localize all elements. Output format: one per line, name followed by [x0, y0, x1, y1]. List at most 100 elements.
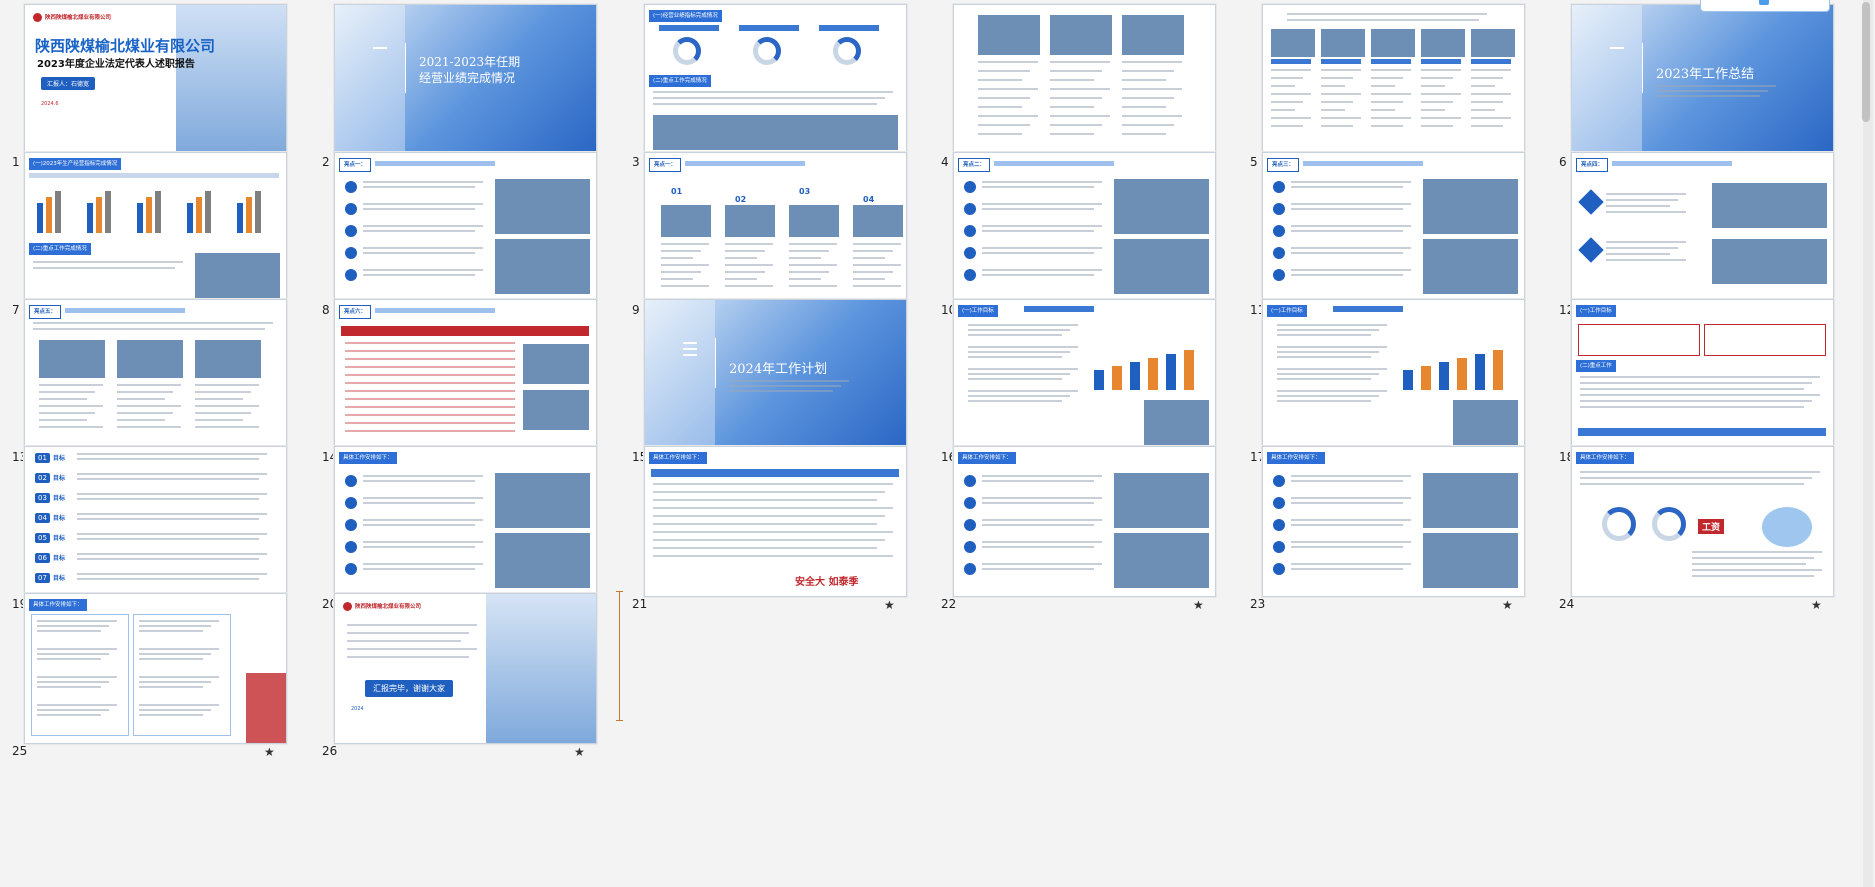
text-line [345, 430, 515, 432]
highlight-label: 亮点三： [1267, 158, 1300, 172]
slide-preview[interactable] [953, 4, 1216, 155]
photo [1421, 29, 1465, 57]
text-line [37, 686, 101, 688]
slide-preview[interactable]: (一)工作目标 (二)重点工作 [1571, 299, 1834, 450]
star-icon[interactable]: ★ [884, 598, 895, 612]
photo [653, 115, 898, 150]
text-line [729, 390, 833, 392]
text-line [982, 568, 1094, 570]
slide-preview[interactable]: 01 目标 02 目标 03 目标 04 目标 05 目标 06 目标 07 目标 [24, 446, 287, 597]
title-bar [1612, 161, 1732, 166]
text-line [363, 225, 483, 227]
text-line [363, 480, 475, 482]
chart-bar [55, 191, 61, 233]
slide-preview[interactable]: 具体工作安排如下： [1262, 446, 1525, 597]
text-line [725, 243, 773, 245]
slide-thumbnail[interactable]: 具体工作安排如下： 工资 24 ★ [1547, 442, 1857, 617]
scrollbar-thumb[interactable] [1862, 2, 1870, 122]
text-line [1580, 471, 1820, 473]
slide-preview[interactable]: 陕西陕煤榆北煤业有限公司 汇报完毕，谢谢大家 2024 [334, 593, 597, 744]
slide-preview[interactable]: 具体工作安排如下： [24, 593, 287, 744]
text-line [1291, 225, 1411, 227]
star-icon[interactable]: ★ [1193, 598, 1204, 612]
bullet-icon [964, 247, 976, 259]
slide-preview[interactable]: 亮点一： 01 02 03 04 [644, 152, 907, 303]
star-icon[interactable]: ★ [1502, 598, 1513, 612]
text-line [195, 412, 251, 414]
text-line [345, 398, 515, 400]
text-line [653, 499, 877, 501]
slide-preview[interactable]: 具体工作安排如下： 安全大 如泰季 [644, 446, 907, 597]
bullet-icon [1273, 269, 1285, 281]
text-line [653, 523, 877, 525]
bullet-icon [1273, 563, 1285, 575]
text-line [1291, 497, 1411, 499]
text-line [968, 400, 1062, 402]
star-icon[interactable]: ★ [264, 745, 275, 759]
text-line [1122, 115, 1182, 117]
vertical-scrollbar[interactable] [1862, 0, 1873, 887]
text-line [117, 405, 181, 407]
text-line [1692, 563, 1806, 565]
slide-preview[interactable]: 2021-2023年任期 经营业绩完成情况 [334, 4, 597, 155]
slide-preview[interactable]: 亮点二： [953, 152, 1216, 303]
star-icon[interactable]: ★ [1811, 598, 1822, 612]
text-line [77, 518, 259, 520]
slide-preview[interactable]: 具体工作安排如下： [953, 446, 1216, 597]
text-line [968, 351, 1070, 353]
slide-thumbnail[interactable]: 具体工作安排如下： 25 ★ [0, 589, 310, 764]
text-line [978, 88, 1038, 90]
text-line [77, 473, 267, 475]
text-line [39, 384, 103, 386]
slide-thumbnail[interactable]: 具体工作安排如下： 安全大 如泰季 21 ★ [620, 442, 930, 617]
item-number: 04 [35, 513, 50, 523]
slide-heading: (一)工作目标 [1576, 305, 1616, 317]
bullet-icon [345, 181, 357, 193]
toolbar-button[interactable] [1700, 0, 1830, 12]
text-line [968, 378, 1062, 380]
slide-preview[interactable]: 亮点五： [24, 299, 287, 450]
text-line [1471, 101, 1503, 103]
text-line [1692, 569, 1822, 571]
slide-title: 陕西陕煤榆北煤业有限公司 [35, 37, 216, 55]
text-line [1291, 252, 1403, 254]
text-line [1656, 95, 1760, 97]
text-line [1122, 70, 1174, 72]
slide-preview[interactable] [1262, 4, 1525, 155]
slide-preview[interactable]: 2024年工作计划 [644, 299, 907, 450]
item-number: 07 [35, 573, 50, 583]
text-line [982, 563, 1102, 565]
star-icon[interactable]: ★ [574, 745, 585, 759]
slide-thumbnail[interactable]: 具体工作安排如下： 22 ★ [929, 442, 1239, 617]
slide-heading: 具体工作安排如下： [1267, 452, 1325, 464]
photo [1471, 29, 1515, 57]
slide-preview[interactable]: 具体工作安排如下： 工资 [1571, 446, 1834, 597]
slide-preview[interactable]: (一)2023年生产经营指标完成情况 (二)重点工作完成情况 [24, 152, 287, 303]
text-line [1371, 77, 1403, 79]
slide-preview[interactable]: 陕西陕煤榆北煤业有限公司 陕西陕煤榆北煤业有限公司 2023年度企业法定代表人述职报… [24, 4, 287, 155]
slide-preview[interactable]: 2023年工作总结 [1571, 4, 1834, 155]
text-line [195, 398, 243, 400]
text-line [1291, 269, 1411, 271]
slide-thumbnail[interactable]: 具体工作安排如下： 23 ★ [1238, 442, 1548, 617]
slide-preview[interactable]: 亮点四： [1571, 152, 1834, 303]
text-line [1371, 101, 1403, 103]
slide-preview[interactable]: (一)工作目标 [1262, 299, 1525, 450]
text-line [1277, 378, 1371, 380]
text-line [139, 648, 219, 650]
progress-ring [673, 37, 701, 65]
slide-preview[interactable]: (一)工作目标 [953, 299, 1216, 450]
text-line [347, 640, 461, 642]
slide-preview[interactable]: 亮点三： [1262, 152, 1525, 303]
text-line [1271, 125, 1303, 127]
slide-preview[interactable]: 亮点六： [334, 299, 597, 450]
slide-sorter-grid: 陕西陕煤榆北煤业有限公司 陕西陕煤榆北煤业有限公司 2023年度企业法定代表人述职报… [0, 0, 1875, 887]
text-line [729, 385, 841, 387]
slide-thumbnail[interactable]: 陕西陕煤榆北煤业有限公司 汇报完毕，谢谢大家 2024 26 ★ [310, 589, 620, 764]
slide-preview[interactable]: 亮点一： [334, 152, 597, 303]
slide-preview[interactable]: (一)经营业绩指标完成情况 (二)重点工作完成情况 [644, 4, 907, 155]
text-line [1471, 85, 1495, 87]
text-line [1291, 502, 1403, 504]
text-line [363, 186, 475, 188]
slide-preview[interactable]: 具体工作安排如下： [334, 446, 597, 597]
